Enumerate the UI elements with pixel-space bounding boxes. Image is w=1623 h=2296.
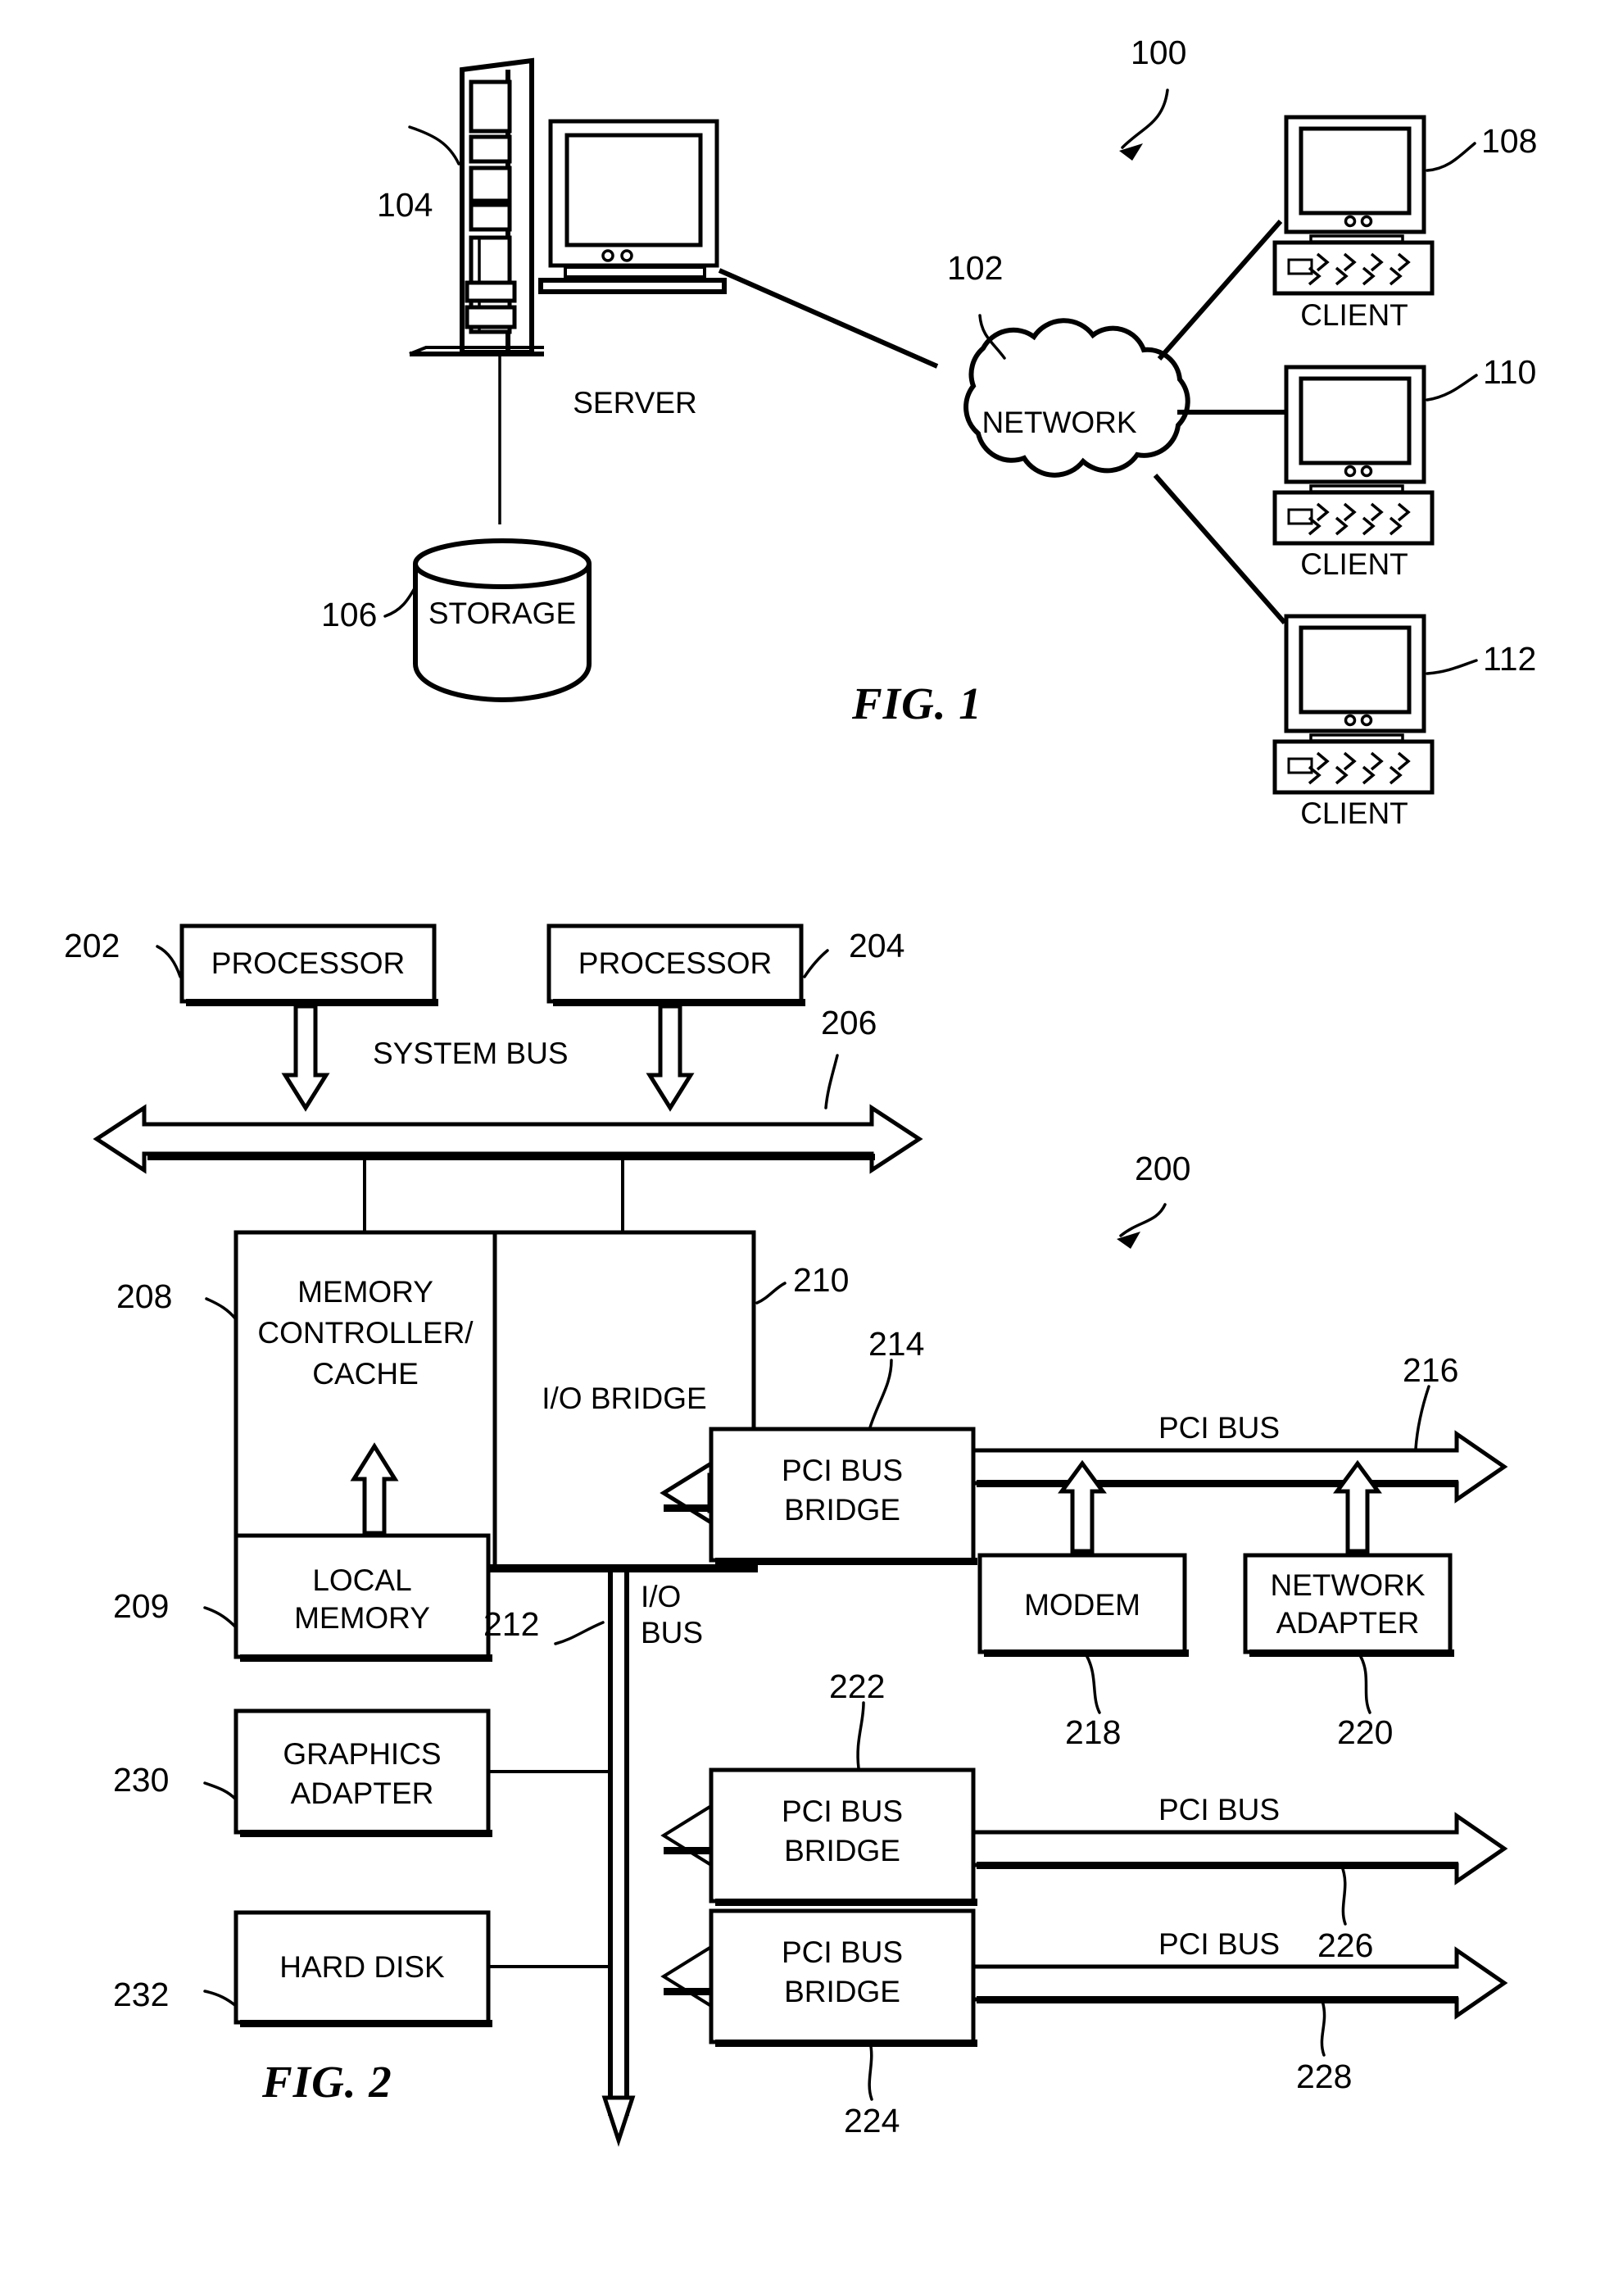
ref-label-210: 210 <box>793 1261 850 1299</box>
ref-label-209: 209 <box>113 1587 170 1625</box>
io-bus-line1: I/O <box>641 1580 682 1613</box>
ref-label-222: 222 <box>829 1668 886 1705</box>
system-bus-label: SYSTEM BUS <box>373 1037 569 1070</box>
ref-arrow-100 <box>1119 88 1169 161</box>
pci-bus-1-label: PCI BUS <box>1158 1411 1281 1445</box>
server-monitor-icon <box>538 119 727 294</box>
pci-bridge-3-line1: PCI BUS <box>781 1935 904 1969</box>
client-icon-1 <box>1272 115 1476 296</box>
storage-label: STORAGE <box>428 597 577 630</box>
pci-bridge-2-line2: BRIDGE <box>784 1834 900 1867</box>
server-network-link <box>718 268 939 369</box>
hard-disk-label: HARD DISK <box>279 1950 445 1984</box>
ref-label-214: 214 <box>868 1325 925 1363</box>
figure-1-caption: FIG. 1 <box>852 678 982 728</box>
processor-1-bus-arrow <box>281 1004 330 1112</box>
graphics-adapter-box <box>203 1708 610 1837</box>
client-icon-2 <box>1272 365 1478 546</box>
modem-box <box>977 1553 1189 1714</box>
client-2-label: CLIENT <box>1300 547 1408 581</box>
memory-controller-line1: MEMORY <box>297 1275 433 1309</box>
pci-bridge-3-line2: BRIDGE <box>784 1975 900 2008</box>
figure-2-caption: FIG. 2 <box>262 2057 392 2107</box>
ref-leader-104 <box>408 125 460 166</box>
pci-bridge-1-line1: PCI BUS <box>781 1454 904 1487</box>
ref-label-200: 200 <box>1135 1150 1191 1187</box>
ref-label-104: 104 <box>377 186 433 224</box>
pci-bus-3-arrow <box>971 1946 1508 2057</box>
ref-label-208: 208 <box>116 1277 173 1315</box>
ref-label-220: 220 <box>1337 1713 1394 1751</box>
pci-bus-3-label: PCI BUS <box>1158 1927 1281 1961</box>
io-bridge-label: I/O BRIDGE <box>542 1382 707 1415</box>
pci-bridge-1-line2: BRIDGE <box>784 1493 900 1527</box>
pci-bridge-3-to-iobus-arrow <box>660 1944 713 2009</box>
pci-bus-2-arrow <box>971 1812 1508 1926</box>
ref-label-206: 206 <box>821 1004 877 1041</box>
modem-label: MODEM <box>1024 1588 1140 1622</box>
memory-controller-line3: CACHE <box>312 1357 419 1391</box>
ref-label-108: 108 <box>1481 122 1538 160</box>
pci-bridge-2-line1: PCI BUS <box>781 1795 904 1828</box>
ref-label-224: 224 <box>844 2102 900 2139</box>
graphics-adapter-line1: GRAPHICS <box>283 1737 442 1771</box>
processor-2-bus-arrow <box>646 1004 695 1112</box>
io-bus-vertical <box>554 1567 636 2148</box>
local-memory-box <box>203 1533 492 1662</box>
io-bus-line2: BUS <box>641 1616 704 1649</box>
ref-label-230: 230 <box>113 1761 170 1799</box>
graphics-adapter-line2: ADAPTER <box>290 1776 434 1810</box>
ref-label-106: 106 <box>321 596 378 633</box>
network-label: NETWORK <box>982 406 1137 439</box>
local-memory-line2: MEMORY <box>294 1601 430 1635</box>
patent-drawing-page: 100 104 SERVER 106 STORAGE 102 NETWORK 1… <box>0 0 1623 2296</box>
ref-label-216: 216 <box>1403 1351 1459 1389</box>
processor-2-label: PROCESSOR <box>578 946 773 980</box>
network-cloud-icon <box>963 318 1190 478</box>
ref-label-110: 110 <box>1483 353 1537 391</box>
ref-label-204: 204 <box>849 927 905 964</box>
ref-label-100: 100 <box>1131 34 1187 71</box>
ref-label-202: 202 <box>64 927 120 964</box>
ref-arrow-200 <box>1117 1203 1167 1249</box>
client-3-label: CLIENT <box>1300 796 1408 830</box>
ref-label-226: 226 <box>1317 1926 1374 1964</box>
ref-label-232: 232 <box>113 1976 170 2013</box>
client-1-label: CLIENT <box>1300 298 1408 332</box>
ref-leader-106 <box>383 587 416 618</box>
ref-label-212: 212 <box>483 1605 540 1643</box>
client-icon-3 <box>1272 614 1478 795</box>
memory-controller-line2: CONTROLLER/ <box>257 1316 474 1350</box>
ref-label-112: 112 <box>1483 640 1537 678</box>
ref-label-102: 102 <box>947 249 1004 287</box>
ref-label-228: 228 <box>1296 2058 1353 2095</box>
pci-bridge-2-to-iobus-arrow <box>660 1803 713 1868</box>
ref-label-218: 218 <box>1065 1713 1122 1751</box>
system-bus-arrow <box>93 1054 923 1174</box>
network-adapter-line2: ADAPTER <box>1276 1606 1420 1640</box>
network-client1-link <box>1157 220 1283 361</box>
server-label: SERVER <box>573 386 697 420</box>
network-adapter-line1: NETWORK <box>1270 1568 1426 1602</box>
processor-1-label: PROCESSOR <box>211 946 406 980</box>
pci-bus-2-label: PCI BUS <box>1158 1793 1281 1826</box>
local-memory-line1: LOCAL <box>312 1563 412 1597</box>
network-client3-link <box>1153 474 1287 624</box>
